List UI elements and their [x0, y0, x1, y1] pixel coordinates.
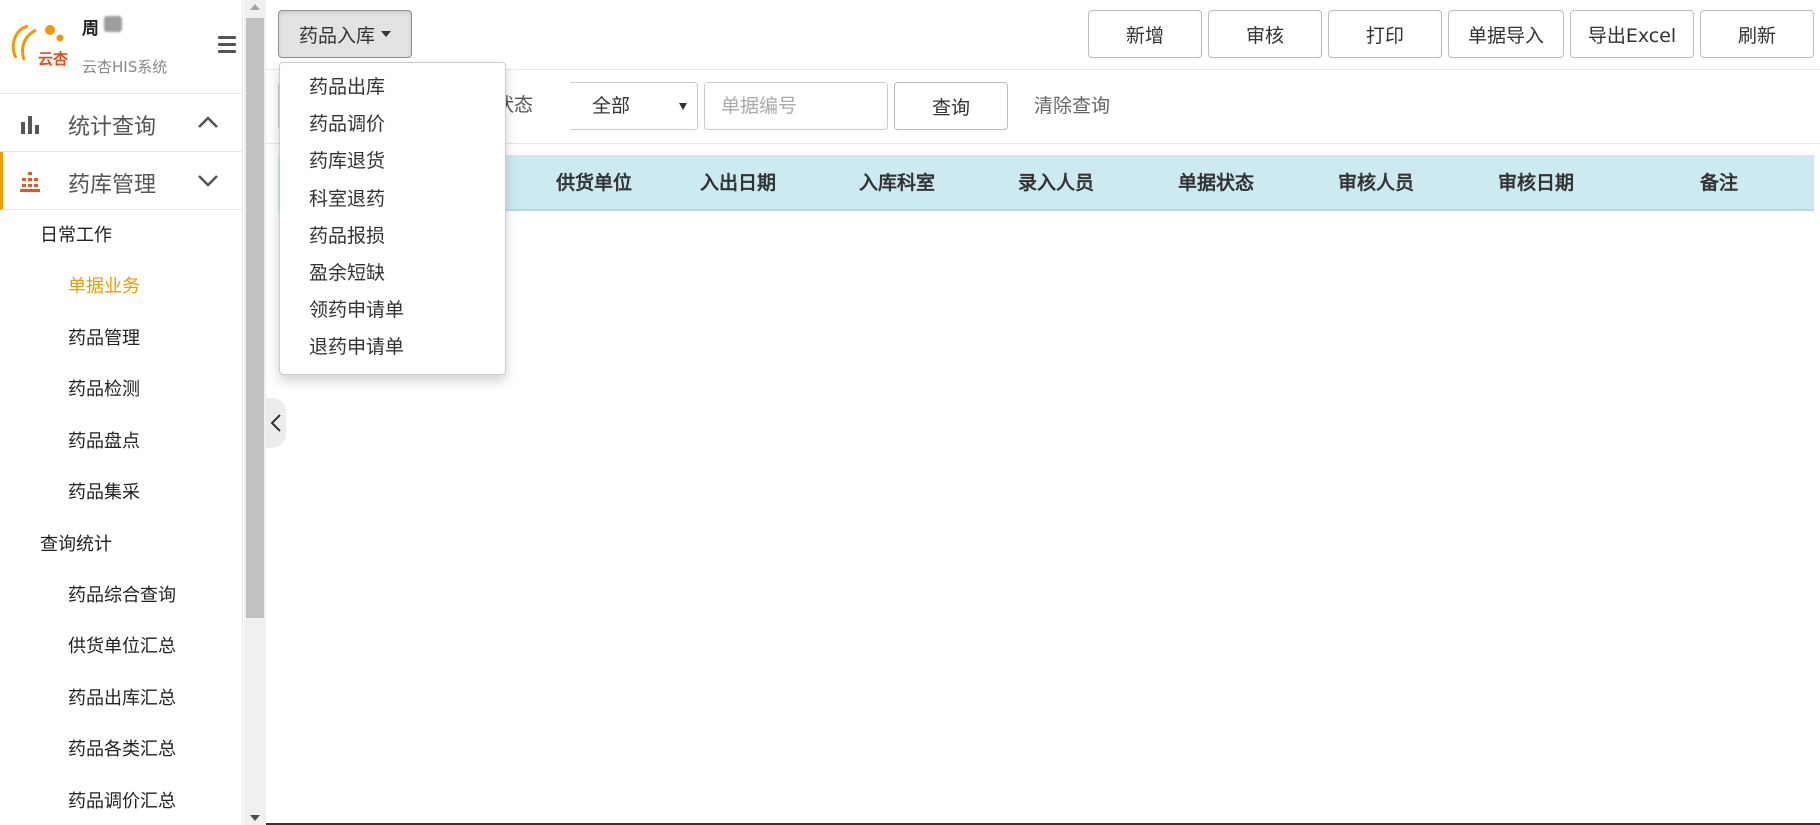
sidebar-item-category-summary[interactable]: 药品各类汇总 [0, 724, 242, 776]
menu-item-warehouse-return[interactable]: 药库退货 [280, 143, 505, 180]
col-supplier[interactable]: 供货单位 [530, 155, 658, 211]
sidebar-item-outbound-summary[interactable]: 药品出库汇总 [0, 673, 242, 725]
dropdown-label: 药品入库 [298, 24, 375, 47]
menu-item-drug-outbound[interactable]: 药品出库 [280, 69, 505, 106]
menu-item-drug-loss[interactable]: 药品报损 [280, 218, 505, 255]
refresh-button[interactable]: 刷新 [1700, 10, 1814, 58]
sidebar-item-drug-procurement[interactable]: 药品集采 [0, 467, 242, 519]
col-auditor[interactable]: 审核人员 [1296, 155, 1456, 211]
documents-table: 号 供货单位 入出日期 入库科室 录入人员 单据状态 审核人员 审核日期 备注 [278, 155, 1814, 211]
doc-type-dropdown-menu: 药品出库 药品调价 药库退货 科室退药 药品报损 盈余短缺 领药申请单 退药申请… [279, 62, 506, 375]
chevron-up-icon [198, 116, 218, 128]
col-remarks[interactable]: 备注 [1616, 155, 1814, 211]
scroll-up-arrow-icon[interactable] [250, 4, 260, 10]
status-select[interactable]: 全部 [570, 82, 698, 130]
col-audit-date[interactable]: 审核日期 [1456, 155, 1616, 211]
menu-toggle-icon[interactable] [218, 36, 236, 54]
menu-item-price-adjust[interactable]: 药品调价 [280, 106, 505, 143]
sidebar-scrollbar[interactable] [244, 0, 266, 825]
select-caret-icon [679, 103, 687, 110]
col-department[interactable]: 入库科室 [818, 155, 976, 211]
user-name: 周 [82, 19, 99, 39]
sidebar-item-drug-query[interactable]: 药品综合查询 [0, 570, 242, 622]
chevron-down-icon [198, 175, 218, 187]
audit-button[interactable]: 审核 [1208, 10, 1322, 58]
user-name-redaction [104, 16, 122, 32]
sidebar-section-query: 查询统计 [40, 533, 112, 555]
sidebar-group-pharmacy[interactable]: 药库管理 [0, 152, 242, 210]
print-button[interactable]: 打印 [1328, 10, 1442, 58]
dots-grid-icon [20, 172, 40, 192]
status-select-value: 全部 [592, 95, 631, 117]
col-entered-by[interactable]: 录入人员 [976, 155, 1136, 211]
scroll-down-arrow-icon[interactable] [250, 815, 260, 821]
col-status[interactable]: 单据状态 [1136, 155, 1296, 211]
yunxing-logo-icon: 云杏 [11, 24, 69, 68]
import-button[interactable]: 单据导入 [1448, 10, 1564, 58]
brand-header: 云杏 周 云杏HIS系统 [0, 0, 242, 94]
menu-item-return-request[interactable]: 退药申请单 [280, 329, 505, 366]
menu-item-requisition[interactable]: 领药申请单 [280, 292, 505, 329]
col-date[interactable]: 入出日期 [658, 155, 818, 211]
sidebar-section-daily: 日常工作 [40, 225, 112, 246]
toolbar: 药品入库 新增 审核 打印 单据导入 导出Excel 刷新 [266, 0, 1820, 70]
doc-type-dropdown-button[interactable]: 药品入库 [278, 10, 412, 58]
caret-down-icon [381, 31, 391, 37]
clear-query-link[interactable]: 清除查询 [1034, 82, 1110, 130]
system-name: 云杏HIS系统 [82, 58, 168, 76]
logo-text: 云杏 [38, 50, 69, 68]
sidebar-group-statistics[interactable]: 统计查询 [0, 94, 242, 152]
table-header: 号 供货单位 入出日期 入库科室 录入人员 单据状态 审核人员 审核日期 备注 [278, 155, 1814, 211]
sidebar-item-drug-inventory[interactable]: 药品盘点 [0, 416, 242, 468]
menu-item-department-return[interactable]: 科室退药 [280, 181, 505, 218]
export-excel-button[interactable]: 导出Excel [1570, 10, 1694, 58]
add-button[interactable]: 新增 [1088, 10, 1202, 58]
sidebar-group-label: 统计查询 [68, 115, 157, 140]
sidebar-item-drug-management[interactable]: 药品管理 [0, 313, 242, 365]
menu-item-surplus-shortage[interactable]: 盈余短缺 [280, 255, 505, 292]
bar-chart-icon [21, 116, 39, 134]
sidebar-item-supplier-summary[interactable]: 供货单位汇总 [0, 621, 242, 673]
scrollbar-thumb[interactable] [246, 18, 264, 618]
sidebar-item-drug-testing[interactable]: 药品检测 [0, 364, 242, 416]
doc-number-input[interactable] [704, 82, 888, 130]
query-button[interactable]: 查询 [894, 82, 1008, 130]
sidebar: 云杏 周 云杏HIS系统 统计查询 药库管理 日常工作 单据业务 药品管理 药品… [0, 0, 243, 825]
sidebar-item-documents[interactable]: 单据业务 [0, 261, 242, 313]
sidebar-group-label: 药库管理 [68, 173, 157, 198]
action-buttons: 新增 审核 打印 单据导入 导出Excel 刷新 [1088, 10, 1814, 58]
sidebar-item-price-summary[interactable]: 药品调价汇总 [0, 776, 242, 825]
